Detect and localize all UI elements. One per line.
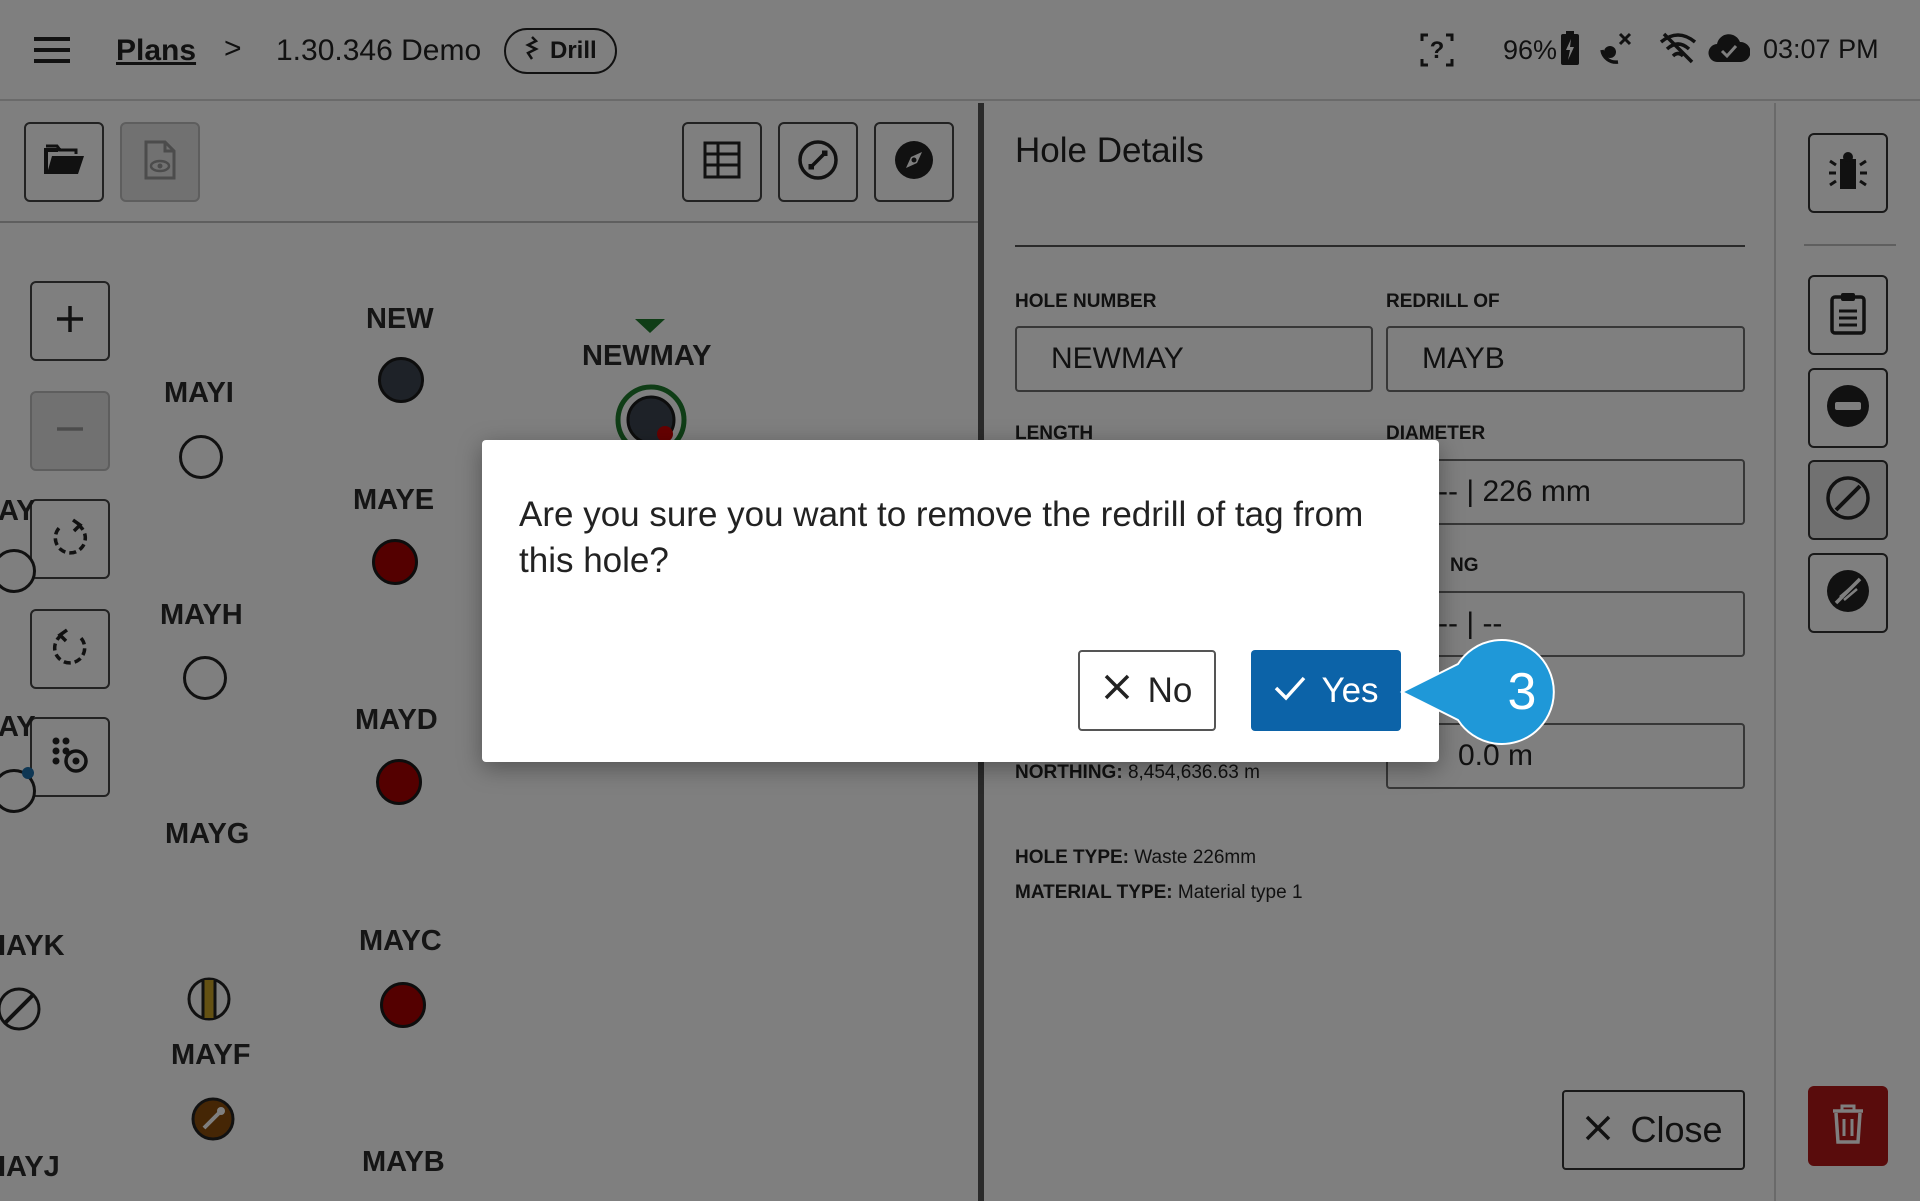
yes-button-label: Yes	[1321, 670, 1379, 710]
step-number: 3	[1507, 663, 1537, 721]
yes-button[interactable]: Yes	[1251, 650, 1401, 731]
no-button[interactable]: No	[1078, 650, 1216, 731]
check-icon	[1273, 671, 1307, 711]
no-button-label: No	[1147, 670, 1193, 710]
dialog-message: Are you sure you want to remove the redr…	[519, 495, 1364, 580]
close-icon	[1102, 671, 1132, 711]
step-callout: 3	[1396, 636, 1581, 748]
confirm-dialog: Are you sure you want to remove the redr…	[482, 440, 1439, 762]
